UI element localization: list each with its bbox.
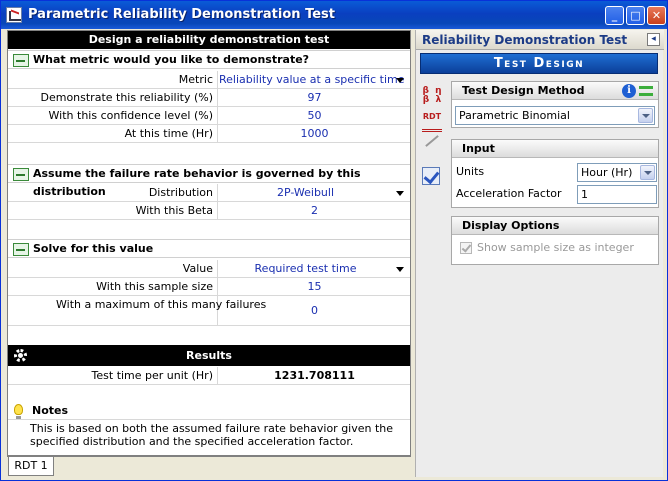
result-value: 1231.708111 (274, 369, 355, 382)
row-reliability[interactable]: Demonstrate this reliability (%) 97 (8, 89, 410, 107)
reliability-label: Demonstrate this reliability (%) (8, 89, 218, 106)
panel-title: Reliability Demonstration Test ◂ (416, 30, 664, 50)
row-distribution[interactable]: Distribution 2P-Weibull (8, 184, 410, 202)
method-group-heading: Test Design Method i (452, 82, 658, 100)
info-icon[interactable]: i (622, 84, 636, 98)
method-selected-value: Parametric Binomial (459, 109, 570, 122)
row-result: Test time per unit (Hr) 1231.708111 (8, 367, 410, 385)
panel-title-text: Reliability Demonstration Test (422, 33, 628, 47)
sample-size-integer-label: Show sample size as integer (477, 241, 634, 254)
minimize-button[interactable]: _ (605, 6, 624, 25)
maximize-button[interactable]: □ (626, 6, 645, 25)
worksheet-header: Design a reliability demonstration test (8, 31, 410, 49)
options-icon[interactable] (639, 86, 653, 96)
control-panel: Reliability Demonstration Test ◂ Test De… (415, 30, 664, 477)
section-solve-heading: Solve for this value (8, 239, 410, 258)
question-icon (13, 168, 29, 181)
distribution-dropdown[interactable]: 2P-Weibull (219, 184, 410, 201)
metric-dropdown[interactable]: Reliability value at a specific time (219, 71, 410, 88)
max-failures-input[interactable]: 0 (219, 296, 410, 325)
notes-title: Notes (32, 404, 69, 417)
test-design-method-select[interactable]: Parametric Binomial (455, 106, 655, 125)
chevron-down-icon[interactable] (396, 191, 404, 196)
section-metric-heading: What metric would you like to demonstrat… (8, 50, 410, 69)
sample-size-label: With this sample size (8, 278, 218, 295)
distribution-label: Distribution (8, 184, 218, 201)
app-window: Parametric Reliability Demonstration Tes… (0, 0, 668, 481)
solve-value-label: Value (8, 260, 218, 277)
time-input[interactable]: 1000 (219, 125, 410, 142)
units-select[interactable]: Hour (Hr) (577, 163, 657, 182)
notes-heading: Notes (8, 402, 410, 420)
sample-size-integer-checkbox[interactable] (460, 242, 472, 254)
results-title: Results (186, 349, 232, 362)
title-bar[interactable]: Parametric Reliability Demonstration Tes… (1, 1, 667, 29)
row-time[interactable]: At this time (Hr) 1000 (8, 125, 410, 143)
pencil-icon[interactable] (425, 135, 439, 147)
acceleration-factor-label: Acceleration Factor (456, 187, 562, 200)
sheet-tab-bar: RDT 1 (7, 456, 411, 477)
test-design-method-group: Test Design Method i Parametric Binomial (451, 81, 659, 128)
parameters-icon[interactable]: β η β λ (422, 87, 442, 107)
results-heading: Results (8, 345, 410, 366)
row-sample-size[interactable]: With this sample size 15 (8, 278, 410, 296)
confidence-input[interactable]: 50 (219, 107, 410, 124)
sample-size-input[interactable]: 15 (219, 278, 410, 295)
row-confidence[interactable]: With this confidence level (%) 50 (8, 107, 410, 125)
max-failures-label: With a maximum of this many failures (8, 296, 266, 325)
row-metric[interactable]: Metric Reliability value at a specific t… (8, 71, 410, 89)
method-group-title: Test Design Method (462, 84, 585, 97)
confidence-label: With this confidence level (%) (8, 107, 218, 124)
lightbulb-icon (14, 404, 23, 419)
chevron-down-icon[interactable] (640, 165, 655, 180)
test-design-banner: Test Design (420, 53, 658, 74)
notes-text: This is based on both the assumed failur… (30, 422, 394, 448)
row-solve-value[interactable]: Value Required test time (8, 260, 410, 278)
window-title: Parametric Reliability Demonstration Tes… (28, 7, 335, 22)
row-max-failures[interactable]: With a maximum of this many failures 0 (8, 296, 410, 326)
result-label: Test time per unit (Hr) (8, 367, 218, 384)
display-options-heading: Display Options (452, 217, 658, 235)
input-group: Input Units Hour (Hr) Acceleration Facto… (451, 139, 659, 208)
reliability-input[interactable]: 97 (219, 89, 410, 106)
units-selected-value: Hour (Hr) (581, 166, 633, 179)
question-icon (13, 54, 29, 67)
metric-label: Metric (8, 71, 218, 88)
section-metric-title: What metric would you like to demonstrat… (33, 53, 310, 66)
beta-input[interactable]: 2 (219, 202, 410, 219)
chevron-down-icon[interactable] (396, 267, 404, 272)
acceleration-factor-input[interactable]: 1 (577, 185, 657, 204)
close-button[interactable]: ✕ (647, 6, 666, 25)
display-options-group: Display Options Show sample size as inte… (451, 216, 659, 265)
time-label: At this time (Hr) (8, 125, 218, 142)
section-distribution-heading: Assume the failure rate behavior is gove… (8, 164, 410, 198)
chevron-down-icon[interactable] (638, 108, 653, 123)
chevron-down-icon[interactable] (396, 78, 404, 83)
rdt-icon[interactable]: RDT (422, 112, 442, 132)
rdt-worksheet: Design a reliability demonstration test … (7, 30, 411, 456)
tab-rdt-1[interactable]: RDT 1 (8, 457, 54, 476)
app-chart-icon (6, 7, 22, 23)
gear-icon (14, 349, 27, 362)
input-group-heading: Input (452, 140, 658, 158)
units-label: Units (456, 165, 485, 178)
beta-label: With this Beta (8, 202, 218, 219)
row-beta[interactable]: With this Beta 2 (8, 202, 410, 220)
section-solve-title: Solve for this value (33, 242, 154, 255)
collapse-panel-button[interactable]: ◂ (647, 33, 660, 46)
checklist-icon[interactable] (422, 167, 440, 185)
question-icon (13, 243, 29, 256)
solve-value-dropdown[interactable]: Required test time (219, 260, 410, 277)
